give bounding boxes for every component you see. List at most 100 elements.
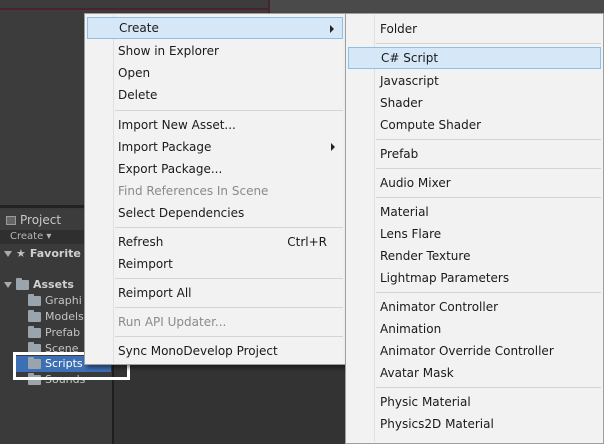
tree-item-assets-label: Assets [33, 278, 74, 291]
menu-item-label: Compute Shader [380, 118, 482, 132]
menu-item-import-package[interactable]: Import Package [87, 136, 343, 158]
submenu-item-javascript[interactable]: Javascript [348, 70, 601, 92]
tree-item-label: Prefab [45, 326, 81, 339]
menu-item-label: Avatar Mask [380, 366, 454, 380]
create-submenu: Folder C# Script Javascript Shader Compu… [345, 13, 604, 444]
submenu-item-animator-controller[interactable]: Animator Controller [348, 296, 601, 318]
submenu-item-material[interactable]: Material [348, 201, 601, 223]
menu-separator [376, 168, 601, 169]
menu-item-sync-monodevelop[interactable]: Sync MonoDevelop Project [87, 340, 343, 362]
menu-item-label: Audio Mixer [380, 176, 451, 190]
menu-item-label: Material [380, 205, 429, 219]
menu-item-label: Folder [380, 22, 418, 36]
menu-separator [376, 292, 601, 293]
menu-item-label: Prefab [380, 147, 419, 161]
menu-item-label: Animator Controller [380, 300, 499, 314]
panel-border-line [0, 8, 268, 10]
menu-item-show-in-explorer[interactable]: Show in Explorer [87, 40, 343, 62]
menu-item-label: C# Script [381, 51, 439, 65]
submenu-item-folder[interactable]: Folder [348, 18, 601, 40]
submenu-item-lightmap-parameters[interactable]: Lightmap Parameters [348, 267, 601, 289]
menu-item-label: Open [118, 66, 151, 80]
submenu-item-physic-material[interactable]: Physic Material [348, 391, 601, 413]
menu-item-label: Lens Flare [380, 227, 442, 241]
menu-item-import-new-asset[interactable]: Import New Asset... [87, 114, 343, 136]
context-menu: Create Show in Explorer Open Delete Impo… [84, 13, 346, 365]
expand-arrow-icon[interactable] [4, 251, 12, 257]
folder-icon [16, 278, 29, 290]
submenu-item-render-texture[interactable]: Render Texture [348, 245, 601, 267]
submenu-item-physics2d-material[interactable]: Physics2D Material [348, 413, 601, 435]
folder-icon [28, 326, 41, 338]
menu-item-run-api-updater: Run API Updater... [87, 311, 343, 333]
submenu-item-shader[interactable]: Shader [348, 92, 601, 114]
menu-item-label: Import Package [118, 140, 212, 154]
tree-item-label: Models [45, 310, 84, 323]
menu-item-label: Delete [118, 88, 158, 102]
menu-item-label: Sync MonoDevelop Project [118, 344, 278, 358]
tree-item-label: Graphi [45, 294, 82, 307]
menu-item-label: Select Dependencies [118, 206, 245, 220]
tree-item-favorites-label: Favorite [29, 247, 81, 260]
folder-icon [28, 310, 41, 322]
submenu-item-csharp-script[interactable]: C# Script [348, 47, 601, 69]
menu-item-delete[interactable]: Delete [87, 84, 343, 106]
menu-item-label: Physic Material [380, 395, 471, 409]
tree-item-favorites[interactable]: ★ Favorite [4, 246, 81, 262]
project-icon [6, 215, 16, 225]
submenu-item-avatar-mask[interactable]: Avatar Mask [348, 362, 601, 384]
menu-item-create[interactable]: Create [87, 17, 343, 39]
submenu-item-audio-mixer[interactable]: Audio Mixer [348, 172, 601, 194]
menu-separator [376, 139, 601, 140]
menu-item-label: Physics2D Material [380, 417, 494, 431]
tree-item-folder[interactable]: Prefab [28, 325, 80, 341]
menu-shortcut: Ctrl+R [287, 235, 327, 249]
tab-project-label: Project [20, 213, 62, 227]
menu-item-open[interactable]: Open [87, 62, 343, 84]
submenu-item-lens-flare[interactable]: Lens Flare [348, 223, 601, 245]
expand-arrow-icon[interactable] [4, 282, 12, 288]
folder-icon [28, 294, 41, 306]
top-toolbar-strip [268, 0, 604, 13]
menu-item-label: Animation [380, 322, 442, 336]
menu-separator [376, 197, 601, 198]
tree-item-assets[interactable]: Assets [4, 277, 74, 293]
menu-separator [376, 387, 601, 388]
menu-separator [115, 110, 343, 111]
menu-item-label: Lightmap Parameters [380, 271, 510, 285]
submenu-item-animation[interactable]: Animation [348, 318, 601, 340]
menu-item-label: Javascript [380, 74, 439, 88]
menu-item-label: Show in Explorer [118, 44, 219, 58]
menu-separator [115, 278, 343, 279]
menu-item-label: Reimport All [118, 286, 192, 300]
menu-item-reimport-all[interactable]: Reimport All [87, 282, 343, 304]
submenu-item-compute-shader[interactable]: Compute Shader [348, 114, 601, 136]
menu-item-label: Shader [380, 96, 423, 110]
menu-separator [115, 227, 343, 228]
menu-item-label: Reimport [118, 257, 173, 271]
menu-item-find-references: Find References In Scene [87, 180, 343, 202]
star-icon: ★ [16, 247, 26, 260]
submenu-item-animator-override-controller[interactable]: Animator Override Controller [348, 340, 601, 362]
submenu-item-prefab[interactable]: Prefab [348, 143, 601, 165]
menu-item-label: Import New Asset... [118, 118, 236, 132]
submenu-arrow-icon [330, 25, 334, 33]
menu-item-label: Refresh [118, 235, 164, 249]
menu-separator [376, 43, 601, 44]
tree-item-folder[interactable]: Models [28, 309, 84, 325]
menu-item-label: Animator Override Controller [380, 344, 554, 358]
menu-item-label: Create [119, 21, 159, 35]
menu-item-export-package[interactable]: Export Package... [87, 158, 343, 180]
menu-separator [115, 336, 343, 337]
menu-item-label: Run API Updater... [118, 315, 227, 329]
menu-item-label: Render Texture [380, 249, 471, 263]
menu-item-reimport[interactable]: Reimport [87, 253, 343, 275]
tab-project[interactable]: Project [0, 210, 71, 230]
menu-item-refresh[interactable]: Refresh Ctrl+R [87, 231, 343, 253]
tree-item-folder[interactable]: Graphi [28, 293, 82, 309]
submenu-arrow-icon [331, 143, 335, 151]
menu-separator [115, 307, 343, 308]
menu-item-select-dependencies[interactable]: Select Dependencies [87, 202, 343, 224]
project-create-button[interactable]: Create ▾ [10, 230, 51, 244]
menu-item-label: Find References In Scene [118, 184, 269, 198]
